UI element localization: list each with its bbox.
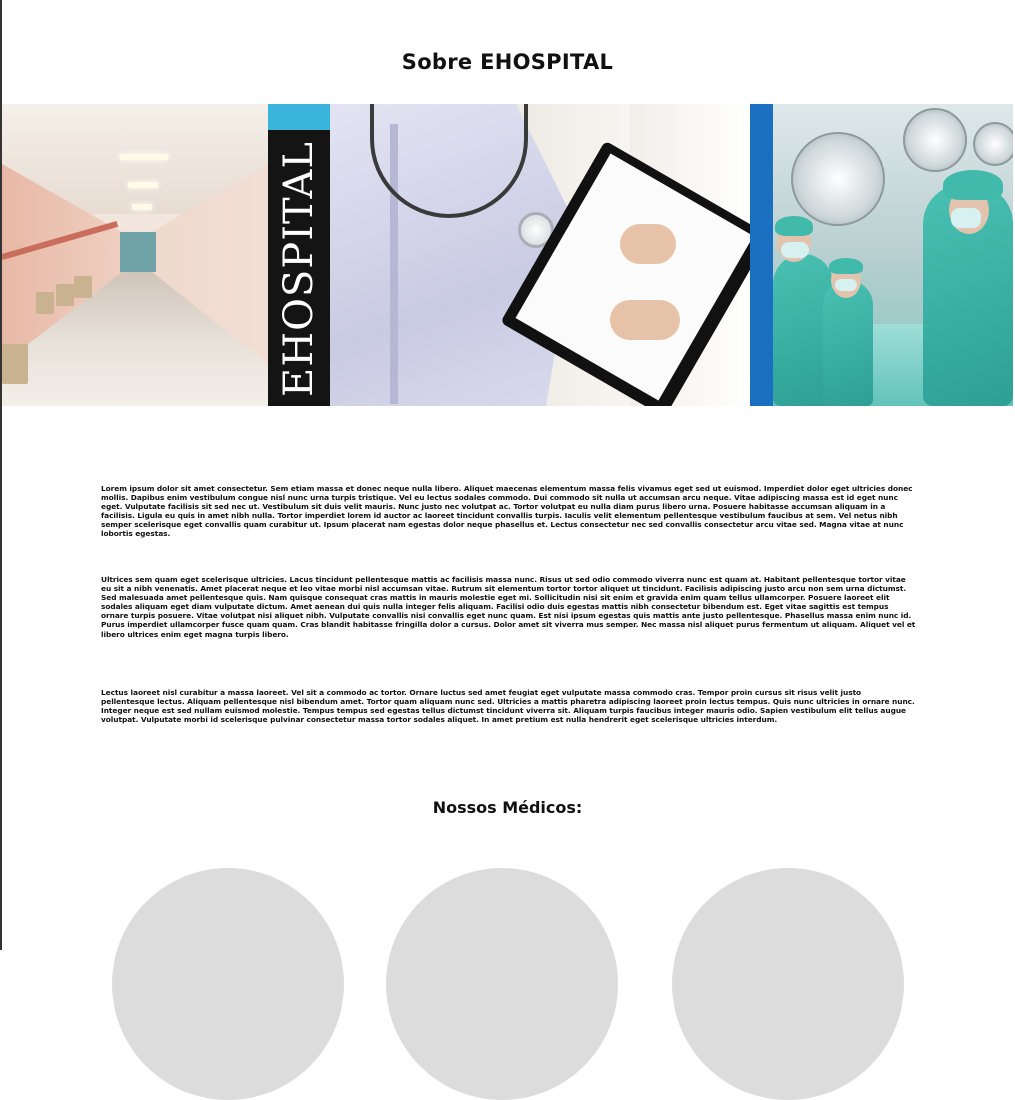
doctor-photo bbox=[330, 104, 750, 406]
about-paragraph: Lectus laoreet nisl curabitur a massa la… bbox=[101, 688, 915, 725]
about-title: Sobre EHOSPITAL bbox=[401, 50, 614, 74]
doctor-avatar[interactable] bbox=[112, 868, 344, 1100]
brand-vertical-band: EHOSPITAL bbox=[268, 104, 330, 406]
doctors-title: Nossos Médicos: bbox=[432, 798, 583, 817]
doctor-avatar[interactable] bbox=[386, 868, 618, 1100]
about-paragraph: Lorem ipsum dolor sit amet consectetur. … bbox=[101, 484, 913, 539]
corridor-photo bbox=[2, 104, 268, 406]
hospital-banner-image: EHOSPITAL bbox=[2, 104, 1013, 406]
doctor-avatar[interactable] bbox=[672, 868, 904, 1100]
banner-brand-text: EHOSPITAL bbox=[276, 141, 322, 397]
blue-divider-stripe bbox=[750, 104, 773, 406]
surgery-photo bbox=[773, 104, 1013, 406]
about-paragraph: Ultrices sem quam eget scelerisque ultri… bbox=[101, 575, 916, 639]
